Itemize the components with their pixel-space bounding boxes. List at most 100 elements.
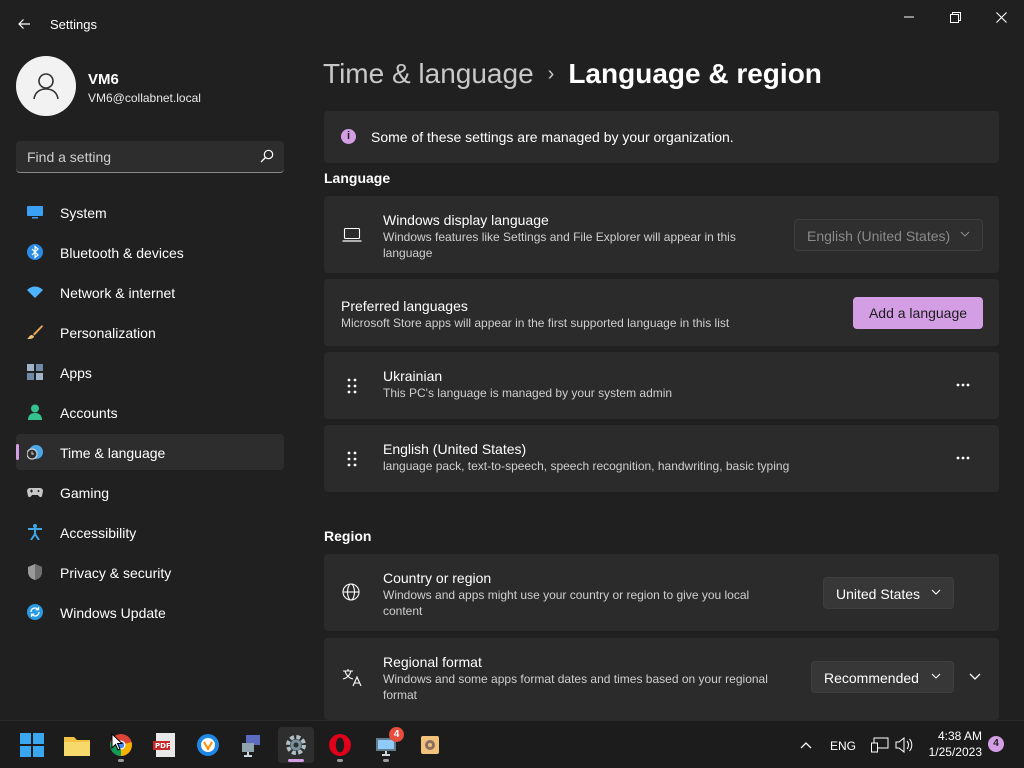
drag-handle-icon[interactable] [346, 450, 358, 468]
avatar [16, 56, 76, 116]
sidebar-item-gaming[interactable]: Gaming [16, 474, 284, 510]
tray-overflow-button[interactable] [791, 727, 821, 763]
globe-icon [342, 583, 360, 601]
regional-format-subtitle: Windows and some apps format dates and t… [383, 672, 768, 702]
taskbar-file-explorer[interactable] [59, 727, 95, 763]
regional-format-dropdown[interactable]: Recommended [811, 661, 954, 693]
sidebar-item-label: Network & internet [60, 285, 176, 301]
language-detail: language pack, text-to-speech, speech re… [383, 459, 790, 473]
display-language-card: Windows display language Windows feature… [324, 196, 999, 273]
taskbar-network-manager[interactable] [234, 727, 270, 763]
notification-count[interactable]: 4 [988, 736, 1004, 752]
search-input[interactable] [16, 141, 256, 172]
regional-format-card[interactable]: Regional format Windows and some apps fo… [324, 638, 999, 720]
sidebar-item-accessibility[interactable]: Accessibility [16, 514, 284, 550]
volume-icon[interactable] [895, 737, 913, 753]
chevron-down-icon [960, 231, 970, 237]
running-indicator [118, 759, 124, 762]
language-name: English (United States) [383, 441, 527, 457]
sidebar-item-label: Personalization [60, 325, 156, 341]
bluetooth-icon [27, 244, 43, 260]
taskbar-package[interactable] [412, 727, 448, 763]
display-language-dropdown[interactable]: English (United States) [794, 219, 983, 251]
country-region-card: Country or region Windows and apps might… [324, 554, 999, 631]
country-region-subtitle: Windows and apps might use your country … [383, 588, 750, 618]
clock-globe-icon [27, 445, 43, 460]
notification-badge: 4 [389, 727, 404, 742]
breadcrumb-separator: › [547, 63, 555, 85]
regional-format-value: Recommended [824, 670, 919, 686]
taskbar-settings[interactable] [278, 727, 314, 763]
wifi-icon [27, 286, 43, 298]
breadcrumb-parent[interactable]: Time & language [323, 58, 534, 89]
display-language-title: Windows display language [383, 212, 549, 228]
regional-format-title: Regional format [383, 654, 482, 670]
input-language-indicator[interactable]: ENG [830, 739, 856, 753]
language-list-item: Ukrainian This PC's language is managed … [324, 352, 999, 419]
clock[interactable]: 4:38 AM 1/25/2023 [918, 729, 982, 759]
sidebar-item-label: Accounts [60, 405, 118, 421]
user-profile[interactable]: VM6 VM6@collabnet.local [16, 56, 286, 118]
settings-icon [286, 735, 306, 755]
sidebar-item-privacy[interactable]: Privacy & security [16, 554, 284, 590]
sidebar-item-network[interactable]: Network & internet [16, 274, 284, 310]
package-icon [421, 736, 439, 754]
gamepad-icon [27, 488, 43, 498]
language-list-item: English (United States) language pack, t… [324, 425, 999, 492]
sidebar-item-time-language[interactable]: Time & language [16, 434, 284, 470]
sidebar-item-label: Bluetooth & devices [60, 245, 184, 261]
laptop-icon [342, 227, 362, 242]
close-button[interactable] [978, 4, 1024, 30]
breadcrumb: Time & language › Language & region [323, 58, 822, 90]
running-indicator [337, 759, 343, 762]
restore-button[interactable] [932, 4, 978, 30]
app-title: Settings [50, 17, 97, 32]
taskbar-pdf[interactable]: PDF [146, 727, 182, 763]
shield-icon [28, 564, 42, 580]
sidebar-item-bluetooth[interactable]: Bluetooth & devices [16, 234, 284, 270]
chevron-down-icon [931, 589, 941, 595]
apps-icon [27, 364, 43, 380]
expand-button[interactable] [961, 663, 989, 691]
network-icon[interactable] [871, 737, 889, 753]
sidebar-item-windows-update[interactable]: Windows Update [16, 594, 284, 630]
sidebar-item-accounts[interactable]: Accounts [16, 394, 284, 430]
back-button[interactable] [10, 10, 38, 38]
taskbar-opera[interactable] [322, 727, 358, 763]
running-indicator [288, 759, 304, 762]
user-email: VM6@collabnet.local [88, 91, 201, 105]
add-language-button[interactable]: Add a language [853, 297, 983, 329]
start-button[interactable] [14, 727, 50, 763]
country-region-dropdown[interactable]: United States [823, 577, 954, 609]
more-horizontal-icon [956, 456, 970, 460]
file-explorer-icon [64, 737, 90, 756]
accessibility-icon [28, 524, 42, 540]
taskbar-remote-desktop[interactable]: 4 [368, 727, 404, 763]
search-icon[interactable] [260, 149, 274, 163]
sidebar-item-apps[interactable]: Apps [16, 354, 284, 390]
more-options-button[interactable] [949, 371, 977, 399]
sidebar-item-label: Windows Update [60, 605, 166, 621]
vpn-icon [197, 734, 219, 756]
network-manager-icon [242, 735, 260, 757]
clock-date: 1/25/2023 [928, 745, 982, 759]
sidebar-nav: System Bluetooth & devices Network & int… [16, 194, 284, 634]
user-icon [33, 73, 59, 100]
sidebar-item-label: Gaming [60, 485, 110, 501]
more-options-button[interactable] [949, 444, 977, 472]
info-icon: i [341, 129, 356, 144]
start-icon [20, 733, 44, 757]
sidebar-item-system[interactable]: System [16, 194, 284, 230]
section-heading-region: Region [324, 528, 372, 544]
minimize-button[interactable] [886, 4, 932, 30]
minimize-icon [904, 16, 914, 18]
drag-handle-icon[interactable] [346, 377, 358, 395]
svg-text:PDF: PDF [155, 742, 171, 750]
person-icon [28, 404, 42, 420]
sidebar-item-personalization[interactable]: Personalization [16, 314, 284, 350]
country-region-title: Country or region [383, 570, 492, 586]
clock-time: 4:38 AM [937, 729, 982, 743]
regional-format-icon [342, 669, 362, 687]
taskbar-vpn[interactable] [190, 727, 226, 763]
language-name: Ukrainian [383, 368, 443, 384]
